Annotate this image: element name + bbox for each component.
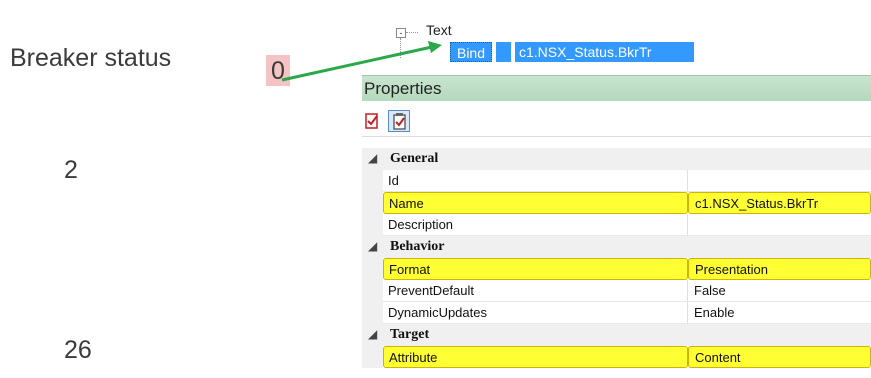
arrow-head [428, 41, 442, 53]
arrow-line [281, 45, 433, 82]
link-arrow [281, 41, 442, 82]
